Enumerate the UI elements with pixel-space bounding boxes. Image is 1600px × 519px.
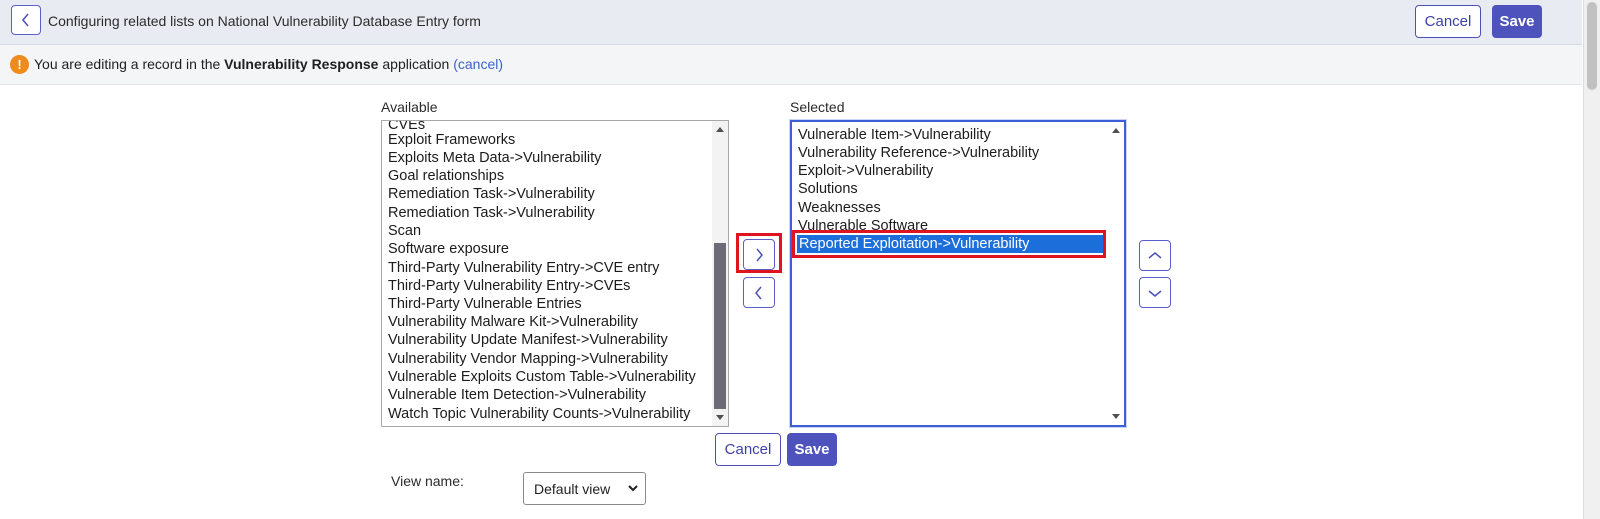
available-item[interactable]: Remediation Task->Vulnerability	[388, 204, 595, 222]
available-item[interactable]: Goal relationships	[388, 167, 504, 185]
header-save-button[interactable]: Save	[1492, 5, 1542, 38]
page-title: Configuring related lists on National Vu…	[48, 13, 481, 29]
move-down-button[interactable]	[1139, 277, 1171, 308]
selected-item[interactable]: Weaknesses	[798, 199, 881, 217]
notice-cancel-link[interactable]: (cancel)	[453, 56, 503, 72]
exclamation-icon: !	[10, 55, 29, 74]
view-name-label: View name:	[391, 473, 464, 489]
remove-from-selected-button[interactable]	[743, 277, 775, 308]
page-scrollbar-thumb[interactable]	[1587, 2, 1597, 90]
chevron-down-icon	[628, 485, 638, 492]
available-item[interactable]: Watch Topic Vulnerability Counts->Vulner…	[388, 405, 690, 423]
available-item[interactable]: Exploits Meta Data->Vulnerability	[388, 149, 601, 167]
available-item[interactable]: Third-Party Vulnerable Entries	[388, 295, 582, 313]
chevron-left-icon	[755, 286, 762, 299]
available-item[interactable]: Third-Party Vulnerability Entry->CVE ent…	[388, 259, 659, 277]
cancel-button[interactable]: Cancel	[715, 433, 781, 466]
available-item[interactable]: Vulnerable Exploits Custom Table->Vulner…	[388, 368, 696, 386]
save-button[interactable]: Save	[787, 433, 837, 466]
application-scope-notice: ! You are editing a record in the Vulner…	[0, 45, 1582, 85]
selected-label: Selected	[790, 99, 845, 115]
available-item[interactable]: Vulnerability Update Manifest->Vulnerabi…	[388, 331, 668, 349]
available-item[interactable]: Exploit Frameworks	[388, 131, 515, 149]
chevron-right-icon	[756, 248, 763, 261]
chevron-down-icon	[1148, 289, 1162, 297]
available-item[interactable]: Vulnerability Malware Kit->Vulnerability	[388, 313, 638, 331]
selected-list[interactable]: Vulnerable Item->Vulnerability Vulnerabi…	[790, 120, 1126, 427]
scroll-up-arrow-icon[interactable]	[716, 127, 724, 132]
available-list[interactable]: CVEs Exploit Frameworks Exploits Meta Da…	[381, 120, 729, 427]
chevron-up-icon	[1148, 251, 1162, 259]
notice-prefix: You are editing a record in the	[34, 56, 221, 72]
selected-item-highlight	[792, 230, 1106, 258]
view-name-select[interactable]: Default view	[523, 472, 646, 505]
add-to-selected-button[interactable]	[743, 239, 775, 270]
header-cancel-button[interactable]: Cancel	[1415, 5, 1481, 38]
scroll-down-arrow-icon[interactable]	[716, 415, 724, 420]
notice-message: You are editing a record in the Vulnerab…	[34, 56, 503, 72]
scroll-down-arrow-icon[interactable]	[1112, 414, 1120, 419]
page-scrollbar[interactable]	[1583, 0, 1600, 519]
selected-item[interactable]: Vulnerable Item->Vulnerability	[798, 126, 991, 144]
available-item[interactable]: Software exposure	[388, 240, 509, 258]
available-item[interactable]: Scan	[388, 222, 421, 240]
selected-scrollbar[interactable]	[1108, 122, 1124, 425]
available-scrollbar[interactable]	[712, 121, 728, 426]
selected-item[interactable]: Vulnerability Reference->Vulnerability	[798, 144, 1039, 162]
available-item[interactable]: Remediation Task->Vulnerability	[388, 185, 595, 203]
available-label: Available	[381, 99, 438, 115]
available-item[interactable]: Vulnerability Vendor Mapping->Vulnerabil…	[388, 350, 668, 368]
move-up-button[interactable]	[1139, 240, 1171, 271]
view-name-value: Default view	[534, 481, 611, 497]
scroll-up-arrow-icon[interactable]	[1112, 128, 1120, 133]
chevron-left-icon	[22, 13, 29, 27]
selected-item[interactable]: Solutions	[798, 180, 858, 198]
notice-app-name: Vulnerability Response	[224, 56, 379, 72]
available-item[interactable]: Vulnerable Item Detection->Vulnerability	[388, 386, 646, 404]
available-scrollbar-thumb[interactable]	[714, 243, 726, 409]
back-button[interactable]	[11, 5, 41, 35]
selected-item[interactable]: Exploit->Vulnerability	[798, 162, 933, 180]
notice-suffix: application	[382, 56, 450, 72]
header-bar: Configuring related lists on National Vu…	[0, 0, 1582, 45]
available-item[interactable]: Third-Party Vulnerability Entry->CVEs	[388, 277, 630, 295]
